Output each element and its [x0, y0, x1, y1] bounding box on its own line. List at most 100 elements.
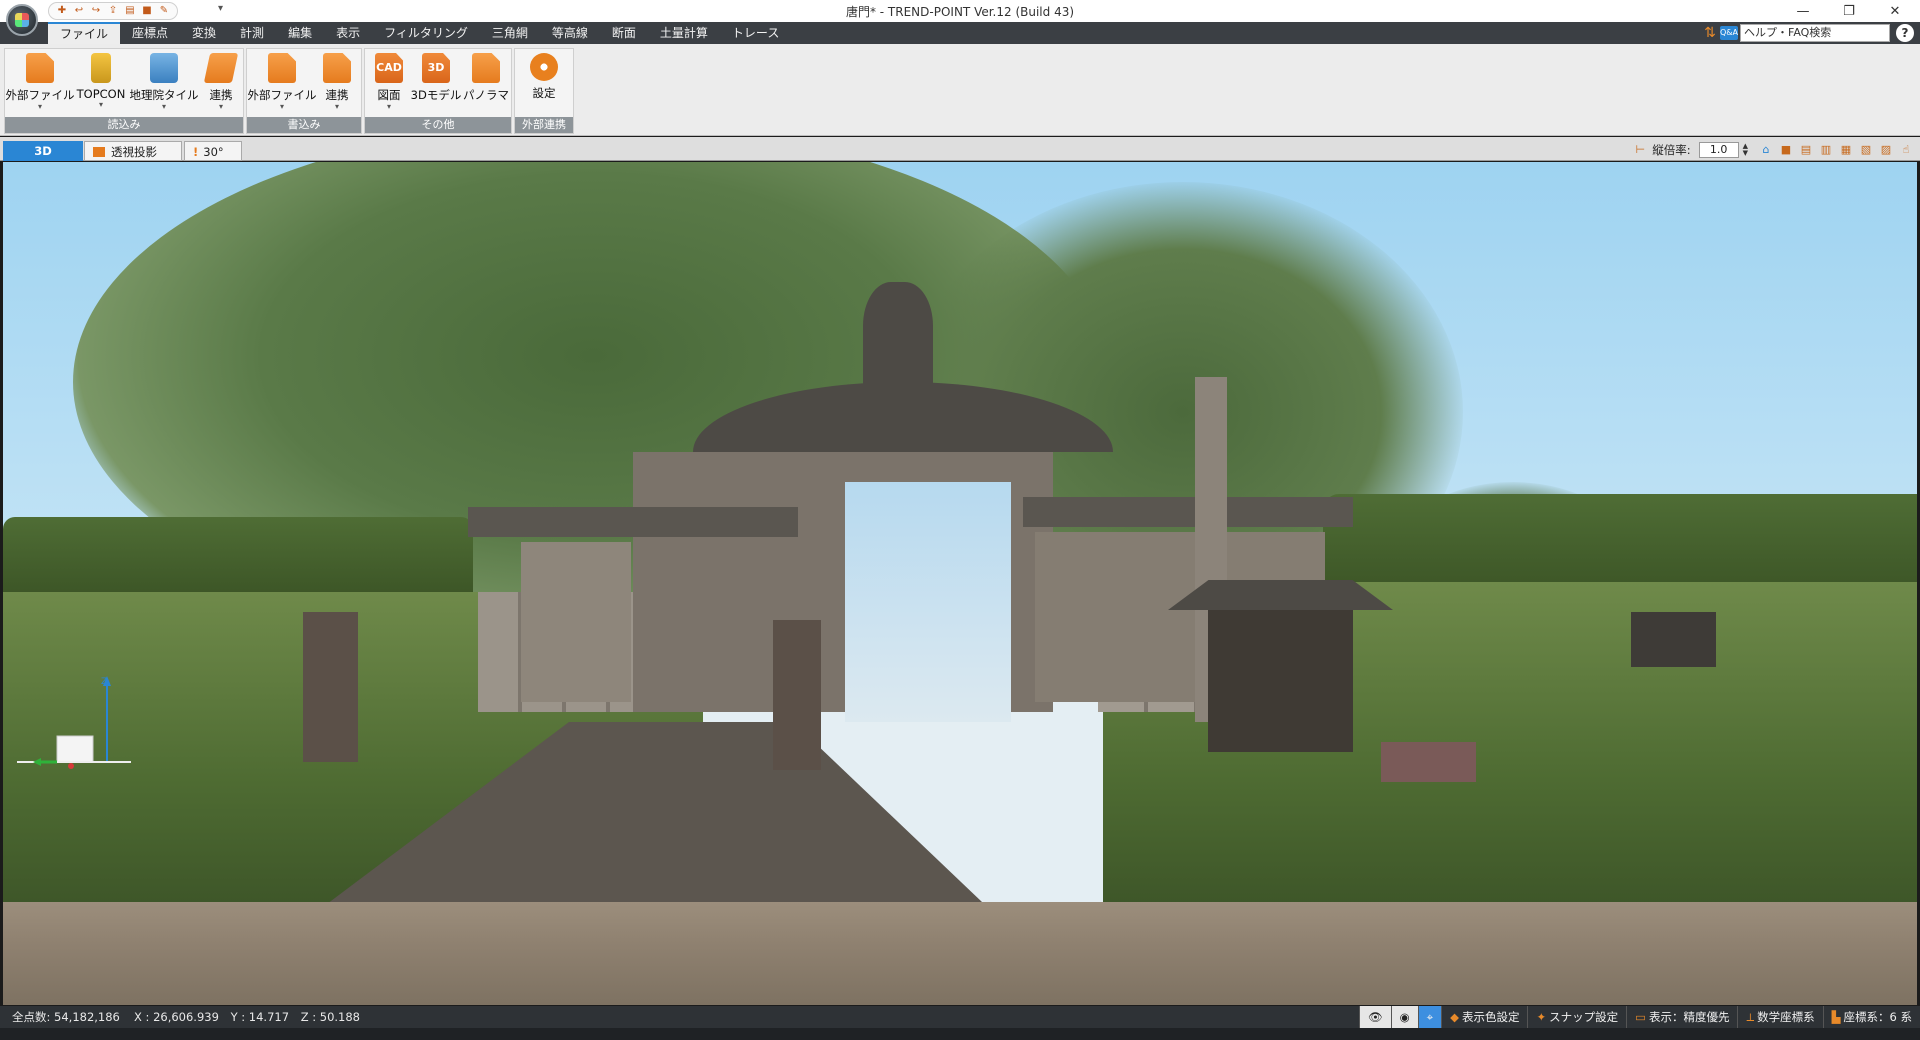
ribbon-tab-row: ファイル 座標点 変換 計測 編集 表示 フィルタリング 三角網 等高線 断面 … — [0, 22, 1920, 44]
qa-icon[interactable]: Q&A — [1720, 26, 1738, 40]
app-logo[interactable] — [6, 4, 38, 36]
import-topcon-button[interactable]: TOPCON ▾ — [75, 53, 127, 115]
bridge-post-right — [773, 620, 821, 770]
small-shrine — [1208, 602, 1353, 752]
help-icon[interactable]: ? — [1896, 24, 1914, 42]
coord-y: Y : 14.717 — [230, 1010, 290, 1024]
coordinate-system-icon: ▙ — [1831, 1010, 1841, 1024]
minimize-button[interactable]: — — [1780, 0, 1826, 22]
guard-house-left — [521, 542, 631, 702]
axes-icon: ⟂ — [1746, 1010, 1755, 1024]
3d-model-icon: 3D — [422, 53, 450, 83]
front-view-icon[interactable]: ▤ — [1798, 143, 1814, 157]
tab-transform[interactable]: 変換 — [180, 22, 228, 44]
chevron-down-icon: ▾ — [386, 102, 391, 111]
quick-access-toolbar: ✚ ↩ ↪ ⇪ ▤ ■ ✎ — [48, 2, 178, 20]
3d-viewport[interactable]: Z — [3, 162, 1917, 1005]
ground-path — [3, 902, 1917, 1005]
eye-icon: 👁 — [1367, 1010, 1383, 1024]
palette-icon: ◆ — [1450, 1010, 1459, 1024]
vertical-scale-input[interactable]: 1.0 — [1698, 142, 1739, 158]
coordinate-system-button[interactable]: ▙ 座標系：6 系 — [1822, 1006, 1920, 1028]
ribbon: 外部ファイル ▾ TOPCON ▾ 地理院タイル ▾ 連携 ▾ 読込み 外部ファ… — [0, 44, 1920, 136]
ribbon-group-import: 外部ファイル ▾ TOPCON ▾ 地理院タイル ▾ 連携 ▾ 読込み — [4, 48, 244, 134]
title-bar: ✚ ↩ ↪ ⇪ ▤ ■ ✎ ▾ 唐門* - TREND-POINT Ver.12… — [0, 0, 1920, 22]
3d-model-button[interactable]: 3D 3Dモデル — [411, 53, 461, 115]
wall-roof-right — [1023, 497, 1353, 527]
svg-text:Z: Z — [101, 677, 107, 687]
status-bar: 全点数: 54,182,186 X : 26,606.939 Y : 14.71… — [0, 1006, 1920, 1028]
group-label-export: 書込み — [247, 117, 361, 133]
import-gsi-tile-button[interactable]: 地理院タイル ▾ — [129, 53, 199, 115]
side-view-icon[interactable]: ▥ — [1818, 143, 1834, 157]
view-tab-3d[interactable]: 3D — [3, 141, 83, 161]
coord-x: X : 26,606.939 — [134, 1010, 219, 1024]
back-view-icon[interactable]: ▦ — [1838, 143, 1854, 157]
tab-earthwork[interactable]: 土量計算 — [648, 22, 720, 44]
top-view-icon[interactable]: ■ — [1778, 143, 1794, 157]
tab-edit[interactable]: 編集 — [276, 22, 324, 44]
tab-coordinate-points[interactable]: 座標点 — [120, 22, 180, 44]
point-count: 全点数: 54,182,186 — [12, 1010, 120, 1024]
export-link-button[interactable]: 連携 ▾ — [317, 53, 357, 115]
panorama-icon — [472, 53, 500, 83]
topcon-instrument-icon — [91, 53, 111, 83]
ribbon-group-export: 外部ファイル ▾ 連携 ▾ 書込み — [246, 48, 362, 134]
drawing-button[interactable]: CAD 図面 ▾ — [369, 53, 409, 115]
import-external-file-button[interactable]: 外部ファイル ▾ — [6, 53, 75, 115]
help-search-input[interactable]: ヘルプ・FAQ検索 — [1740, 24, 1890, 42]
bridge-post-left — [303, 612, 358, 762]
home-view-icon[interactable]: ⌂ — [1758, 143, 1774, 157]
tab-file[interactable]: ファイル — [48, 22, 121, 44]
sign-board — [1631, 612, 1716, 667]
snap-settings-button[interactable]: ✦ スナップ設定 — [1527, 1006, 1626, 1028]
tab-measure[interactable]: 計測 — [228, 22, 276, 44]
open-icon[interactable]: ↩ — [72, 4, 86, 18]
settings-button[interactable]: 設定 — [521, 53, 567, 115]
tab-trace[interactable]: トレース — [720, 22, 791, 44]
tab-contour[interactable]: 等高線 — [540, 22, 600, 44]
export-external-file-button[interactable]: 外部ファイル ▾ — [248, 53, 317, 115]
view-tools: ⊢ 縦倍率: 1.0 ▲ ▼ ⌂ ■ ▤ ▥ ▦ ▧ ▨ ☝ — [1632, 141, 1914, 159]
link-export-icon — [323, 53, 351, 83]
panorama-button[interactable]: パノラマ — [463, 53, 509, 115]
chevron-down-icon: ▾ — [279, 102, 284, 111]
vertical-scale-label: 縦倍率: — [1652, 143, 1691, 157]
axis-gizmo: Z — [17, 676, 131, 769]
fov-icon: ! — [193, 145, 199, 159]
projection-toggle[interactable]: 透視投影 — [84, 141, 182, 161]
tab-tin[interactable]: 三角網 — [480, 22, 540, 44]
tab-filtering[interactable]: フィルタリング — [372, 22, 480, 44]
pointer-icon[interactable]: ☝ — [1898, 143, 1914, 157]
camera-toggle-button[interactable]: ◉ — [1390, 1006, 1418, 1028]
group-label-import: 読込み — [5, 117, 243, 133]
fov-selector[interactable]: ! 30° — [184, 141, 242, 161]
display-quality-button[interactable]: ▭ 表示：精度優先 — [1626, 1006, 1737, 1028]
pdf-icon[interactable]: ▤ — [123, 4, 137, 18]
app-logo-icon — [15, 13, 29, 27]
snap-view-button[interactable]: ⌖ — [1417, 1006, 1442, 1028]
ribbon-tabs: ファイル 座標点 変換 計測 編集 表示 フィルタリング 三角網 等高線 断面 … — [48, 22, 791, 44]
save-icon[interactable]: ↪ — [89, 4, 103, 18]
tab-section[interactable]: 断面 — [600, 22, 648, 44]
display-color-settings-button[interactable]: ◆ 表示色設定 — [1441, 1006, 1527, 1028]
vertical-scale-icon: ⊢ — [1635, 143, 1646, 156]
tab-view[interactable]: 表示 — [324, 22, 372, 44]
3d-icon[interactable]: ■ — [140, 4, 154, 18]
eye-toggle-button[interactable]: 👁 — [1358, 1006, 1391, 1028]
export-icon[interactable]: ⇪ — [106, 4, 120, 18]
sort-icon[interactable]: ⇅ — [1700, 25, 1720, 41]
coord-z: Z : 50.188 — [300, 1010, 360, 1024]
qat-customize-icon[interactable]: ▾ — [218, 3, 223, 14]
camera-icon: ◉ — [1399, 1010, 1410, 1024]
iso-view-icon[interactable]: ▨ — [1878, 143, 1894, 157]
math-coordinate-button[interactable]: ⟂ 数学座標系 — [1737, 1006, 1822, 1028]
new-icon[interactable]: ✚ — [55, 4, 69, 18]
settings-icon[interactable]: ✎ — [157, 4, 171, 18]
bottom-strip — [0, 1028, 1920, 1040]
maximize-button[interactable]: ❐ — [1826, 0, 1872, 22]
spinner-icon[interactable]: ▲ ▼ — [1743, 143, 1748, 157]
import-link-button[interactable]: 連携 ▾ — [201, 53, 241, 115]
close-button[interactable]: ✕ — [1872, 0, 1918, 22]
bottom-view-icon[interactable]: ▧ — [1858, 143, 1874, 157]
